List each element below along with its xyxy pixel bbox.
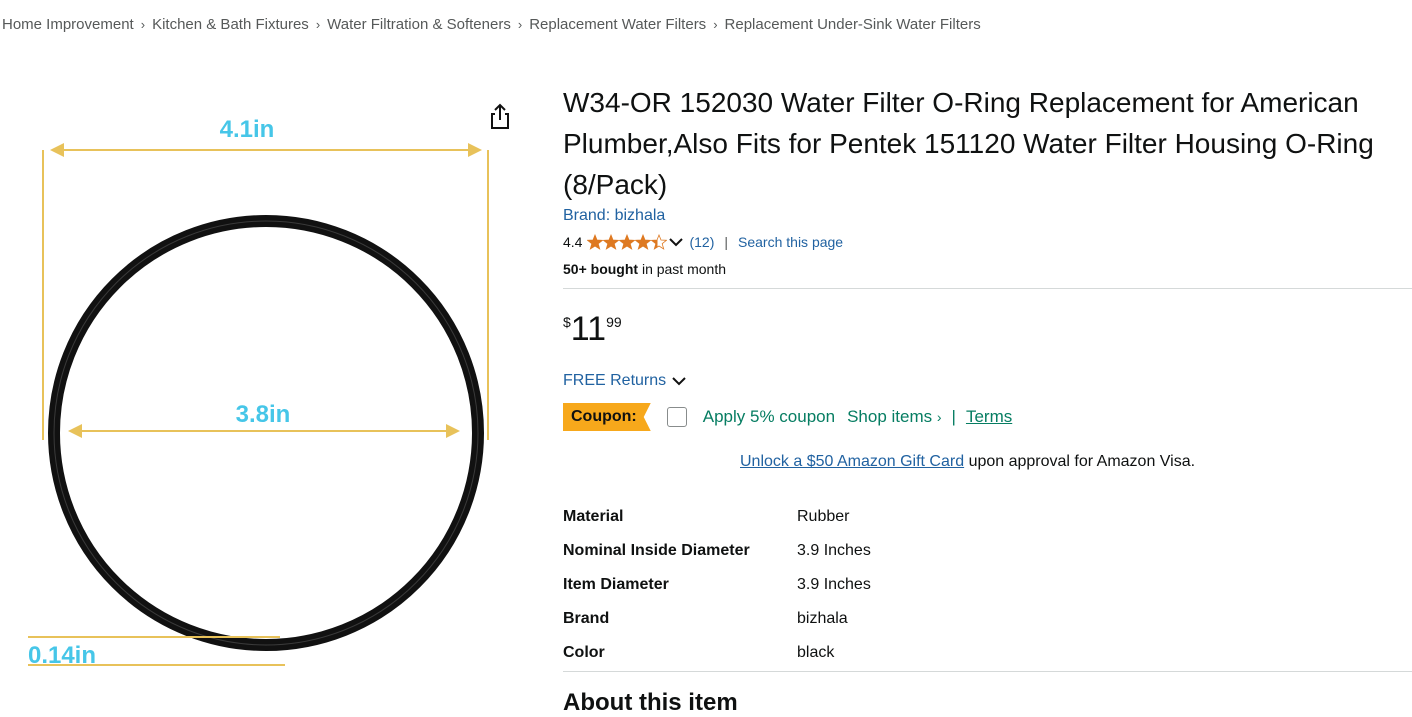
coupon-checkbox[interactable]: [666, 407, 687, 427]
terms-link[interactable]: Terms: [966, 407, 1012, 427]
gift-card-link[interactable]: Unlock a $50 Amazon Gift Card: [740, 453, 964, 470]
chevron-right-icon: ›: [936, 409, 942, 425]
table-row: Brand bizhala: [563, 602, 871, 636]
product-image[interactable]: 4.1in 3.8in 0.14in: [20, 85, 520, 685]
brand-link[interactable]: Brand: bizhala: [563, 207, 665, 225]
price-fraction: 99: [606, 314, 622, 330]
rating-row: 4.4 (12) | Search this page: [563, 234, 843, 250]
divider: [563, 671, 1412, 672]
breadcrumb-kitchen-bath[interactable]: Kitchen & Bath Fixtures: [152, 16, 309, 33]
breadcrumb-home-improvement[interactable]: Home Improvement: [2, 16, 134, 33]
table-row: Color black: [563, 636, 871, 670]
bought-in-past-month: 50+ bought in past month: [563, 261, 726, 277]
dimension-outer-label: 4.1in: [220, 116, 275, 143]
spec-key: Color: [563, 644, 605, 661]
shop-items-label: Shop items: [847, 407, 933, 426]
breadcrumb-separator: ›: [140, 17, 146, 32]
spec-value: 3.9 Inches: [797, 576, 871, 593]
chevron-down-icon[interactable]: [669, 237, 684, 247]
share-icon[interactable]: [486, 102, 514, 130]
about-this-item-heading: About this item: [563, 689, 738, 716]
spec-value: bizhala: [797, 610, 848, 627]
table-row: Material Rubber: [563, 500, 871, 534]
divider: [563, 288, 1412, 289]
rating-separator: |: [724, 234, 729, 250]
chevron-down-icon: [672, 376, 686, 386]
price: $ 11 99: [563, 310, 622, 348]
dimension-thickness-label: 0.14in: [28, 642, 96, 669]
gift-card-text: upon approval for Amazon Visa.: [968, 453, 1196, 470]
spec-key: Material: [563, 508, 624, 525]
shop-items-link[interactable]: Shop items ›: [847, 407, 941, 427]
breadcrumb-separator: ›: [517, 17, 523, 32]
breadcrumb-water-filtration[interactable]: Water Filtration & Softeners: [327, 16, 511, 33]
price-symbol: $: [563, 314, 571, 330]
rating-value: 4.4: [563, 234, 583, 250]
spec-value: black: [797, 644, 835, 661]
bought-count: 50+ bought: [563, 261, 639, 277]
spec-key: Nominal Inside Diameter: [563, 542, 750, 559]
search-this-page-link[interactable]: Search this page: [738, 234, 843, 250]
product-title: W34-OR 152030 Water Filter O-Ring Replac…: [563, 87, 1374, 200]
free-returns-link[interactable]: FREE Returns: [563, 372, 686, 390]
coupon-separator: |: [951, 407, 956, 426]
table-row: Item Diameter 3.9 Inches: [563, 568, 871, 602]
coupon-row: Coupon: Apply 5% coupon Shop items › | T…: [563, 403, 1012, 431]
spec-key: Brand: [563, 610, 610, 627]
star-rating-icon[interactable]: [587, 234, 668, 250]
price-whole: 11: [570, 310, 607, 348]
bought-period: in past month: [641, 261, 727, 277]
apply-coupon-label[interactable]: Apply 5% coupon: [703, 407, 835, 427]
dimension-inner-label: 3.8in: [236, 401, 291, 428]
spec-value: Rubber: [797, 508, 850, 525]
spec-key: Item Diameter: [563, 576, 669, 593]
product-specs-table: Material Rubber Nominal Inside Diameter 3.…: [563, 500, 871, 670]
table-row: Nominal Inside Diameter 3.9 Inches: [563, 534, 871, 568]
breadcrumb-replacement-filters[interactable]: Replacement Water Filters: [529, 16, 706, 33]
coupon-badge: Coupon:: [563, 403, 651, 431]
spec-value: 3.9 Inches: [797, 542, 871, 559]
free-returns-label: FREE Returns: [563, 372, 667, 389]
review-count-link[interactable]: (12): [689, 234, 714, 250]
breadcrumb: Home Improvement › Kitchen & Bath Fixtures…: [2, 16, 981, 33]
breadcrumb-separator: ›: [713, 17, 718, 32]
breadcrumb-under-sink-filters[interactable]: Replacement Under-Sink Water Filters: [725, 16, 981, 33]
breadcrumb-separator: ›: [315, 17, 321, 32]
gift-card-offer: Unlock a $50 Amazon Gift Card upon appro…: [740, 453, 1195, 471]
